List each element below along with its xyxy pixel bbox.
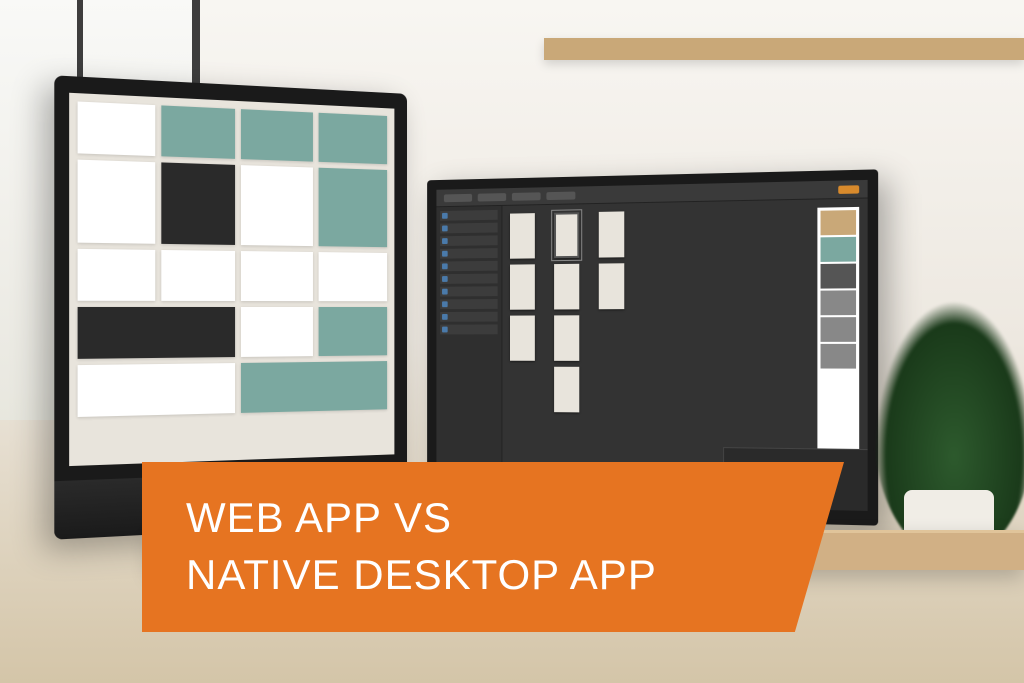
tile — [78, 307, 235, 359]
artboard — [554, 315, 579, 361]
left-screen-design-app — [69, 93, 394, 466]
thumb — [821, 344, 857, 369]
tile — [78, 160, 155, 244]
thumb — [821, 317, 857, 342]
artboard — [599, 211, 625, 257]
artboard — [510, 316, 535, 361]
thumb — [821, 237, 857, 262]
tile — [241, 165, 313, 246]
toolbar-item — [512, 192, 541, 200]
thumb — [821, 290, 857, 315]
layer-row — [440, 223, 497, 234]
title-banner: WEB APP VS NATIVE DESKTOP APP — [142, 462, 844, 632]
thumb — [821, 264, 857, 289]
artboard — [554, 367, 579, 413]
toolbar-item — [478, 193, 506, 201]
tile — [161, 162, 235, 245]
design-tiles-grid — [69, 93, 394, 426]
artboard — [510, 264, 535, 309]
tile — [161, 250, 235, 301]
layer-row — [440, 286, 497, 296]
tile — [241, 251, 313, 301]
layer-row — [440, 261, 497, 271]
banner-line-2: NATIVE DESKTOP APP — [186, 547, 844, 604]
tile — [78, 101, 155, 156]
tile — [241, 361, 387, 413]
artboard — [510, 213, 535, 259]
thumb — [821, 210, 857, 235]
wall-shelf — [544, 38, 1024, 60]
toolbar-accent — [838, 185, 859, 194]
tile — [318, 252, 387, 301]
layer-row — [440, 312, 497, 322]
layer-row — [440, 235, 497, 246]
tile — [78, 249, 155, 301]
tile — [161, 105, 235, 159]
artboard-selected — [554, 212, 579, 258]
layers-panel — [436, 206, 502, 503]
tile — [318, 113, 387, 164]
layer-row — [440, 210, 497, 221]
tile — [241, 109, 313, 161]
layer-row — [440, 248, 497, 259]
layer-row — [440, 324, 497, 334]
artboard — [554, 264, 579, 310]
tile — [241, 307, 313, 357]
banner-line-1: WEB APP VS — [186, 490, 844, 547]
tile — [78, 363, 235, 417]
workspace-photo: WEB APP VS NATIVE DESKTOP APP — [0, 0, 1024, 683]
right-screen-dark-app — [436, 180, 867, 511]
layer-row — [440, 299, 497, 309]
toolbar-item — [546, 191, 575, 200]
artboard — [599, 263, 625, 309]
tile — [318, 168, 387, 248]
tile — [318, 307, 387, 356]
toolbar-item — [444, 193, 472, 201]
layer-row — [440, 274, 497, 284]
